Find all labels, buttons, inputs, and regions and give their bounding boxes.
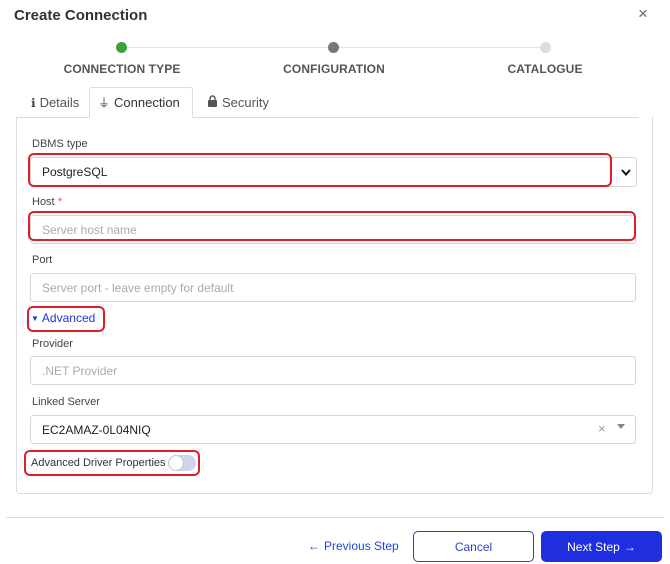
next-step-button[interactable]: Next Step → (541, 531, 662, 562)
dbms-type-label: DBMS type (32, 138, 88, 150)
arrow-left-icon: ← (308, 539, 320, 553)
advanced-driver-properties-label: Advanced Driver Properties (31, 457, 166, 469)
provider-input[interactable]: .NET Provider (30, 356, 636, 385)
lock-icon (207, 95, 218, 110)
footer-divider (6, 517, 664, 518)
stepper-connector (338, 47, 541, 48)
step-label-configuration: CONFIGURATION (283, 62, 385, 76)
stepper-connector (126, 47, 328, 48)
required-mark: * (57, 196, 62, 208)
tab-connection-label: Connection (114, 95, 180, 110)
caret-down-icon[interactable] (617, 424, 625, 429)
step-dot-configuration (328, 42, 339, 53)
tab-details-label: Details (39, 95, 80, 110)
host-input[interactable]: Server host name (30, 215, 636, 244)
advanced-label: Advanced (41, 311, 96, 325)
provider-label: Provider (32, 338, 73, 350)
tab-connection[interactable]: ⏚ Connection (89, 87, 193, 118)
arrow-right-icon: → (623, 539, 636, 554)
step-label-catalogue: CATALOGUE (507, 62, 583, 76)
host-label-text: Host (32, 196, 55, 208)
step-dot-connection-type (116, 42, 127, 53)
clear-icon[interactable]: × (598, 421, 606, 436)
toggle-knob (169, 456, 183, 470)
plug-icon: ⏚ (98, 96, 111, 110)
port-label: Port (32, 254, 53, 266)
port-input[interactable]: Server port - leave empty for default (30, 273, 636, 302)
previous-step-button[interactable]: ← Previous Step (308, 539, 399, 553)
tab-security[interactable]: Security (199, 87, 277, 118)
linked-server-label: Linked Server (32, 396, 100, 408)
step-label-connection-type: CONNECTION TYPE (63, 62, 181, 76)
cancel-button[interactable]: Cancel (413, 531, 534, 562)
dbms-type-select[interactable]: PostgreSQL (30, 157, 637, 187)
step-dot-catalogue (540, 42, 551, 53)
info-icon: ℹ (31, 95, 36, 110)
host-label: Host * (32, 196, 62, 208)
caret-down-icon: ▼ (31, 313, 39, 323)
advanced-toggle-link[interactable]: ▼ Advanced (31, 311, 95, 325)
linked-server-select[interactable]: EC2AMAZ-0L04NIQ (30, 415, 636, 444)
close-icon[interactable]: × (638, 4, 648, 24)
tab-security-label: Security (222, 95, 269, 110)
next-step-label: Next Step (567, 539, 620, 554)
dialog-title: Create Connection (14, 7, 148, 24)
previous-step-label: Previous Step (324, 539, 399, 553)
advanced-driver-properties-toggle[interactable] (168, 455, 196, 471)
chevron-down-icon[interactable] (615, 158, 637, 186)
tab-details[interactable]: ℹ Details (23, 87, 87, 118)
